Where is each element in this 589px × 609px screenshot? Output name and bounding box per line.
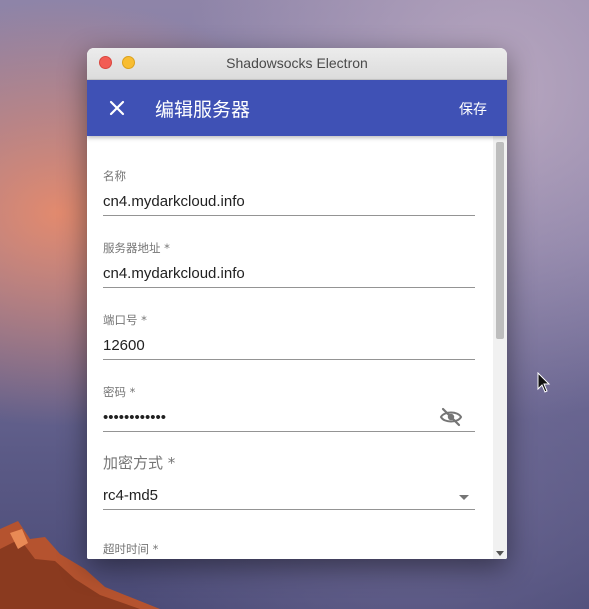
- password-input[interactable]: ••••••••••••: [103, 409, 166, 426]
- mouse-pointer-icon: [537, 372, 551, 393]
- close-icon[interactable]: [105, 96, 129, 120]
- password-field[interactable]: 密码 * ••••••••••••: [103, 385, 475, 432]
- name-field[interactable]: 名称 cn4.mydarkcloud.info: [103, 169, 475, 216]
- server-label: 服务器地址 *: [103, 241, 170, 255]
- server-field[interactable]: 服务器地址 * cn4.mydarkcloud.info: [103, 241, 475, 288]
- method-select[interactable]: rc4-md5: [103, 487, 475, 509]
- server-underline: [103, 287, 475, 288]
- port-label: 端口号 *: [103, 313, 147, 327]
- name-underline: [103, 215, 475, 216]
- scrollbar-thumb[interactable]: [496, 142, 504, 339]
- password-input-wrap[interactable]: ••••••••••••: [103, 407, 475, 431]
- port-field[interactable]: 端口号 * 12600: [103, 313, 475, 360]
- app-bar: 编辑服务器 保存: [87, 80, 507, 136]
- visibility-off-icon[interactable]: [439, 405, 463, 429]
- timeout-field[interactable]: 超时时间 *: [103, 542, 475, 556]
- name-label: 名称: [103, 169, 126, 183]
- server-input[interactable]: cn4.mydarkcloud.info: [103, 265, 475, 287]
- save-button[interactable]: 保存: [459, 99, 487, 119]
- method-select-value: rc4-md5: [103, 487, 159, 504]
- password-label: 密码 *: [103, 385, 136, 399]
- app-window: Shadowsocks Electron 编辑服务器 保存 名称 cn4.myd…: [87, 48, 507, 559]
- password-underline: [103, 431, 475, 432]
- name-input[interactable]: cn4.mydarkcloud.info: [103, 193, 475, 215]
- dropdown-arrow-icon[interactable]: [459, 495, 469, 500]
- port-input[interactable]: 12600: [103, 337, 475, 359]
- method-field[interactable]: 加密方式 * rc4-md5: [103, 456, 475, 510]
- scrollbar[interactable]: [493, 136, 507, 559]
- form-content: 名称 cn4.mydarkcloud.info 服务器地址 * cn4.myda…: [87, 136, 493, 559]
- window-title: Shadowsocks Electron: [226, 55, 368, 71]
- method-underline: [103, 509, 475, 510]
- method-label: 加密方式 *: [103, 454, 176, 472]
- timeout-label: 超时时间 *: [103, 542, 159, 556]
- scroll-down-arrow-icon[interactable]: [496, 551, 504, 556]
- page-title: 编辑服务器: [155, 99, 251, 121]
- window-titlebar[interactable]: Shadowsocks Electron: [87, 48, 507, 80]
- port-underline: [103, 359, 475, 360]
